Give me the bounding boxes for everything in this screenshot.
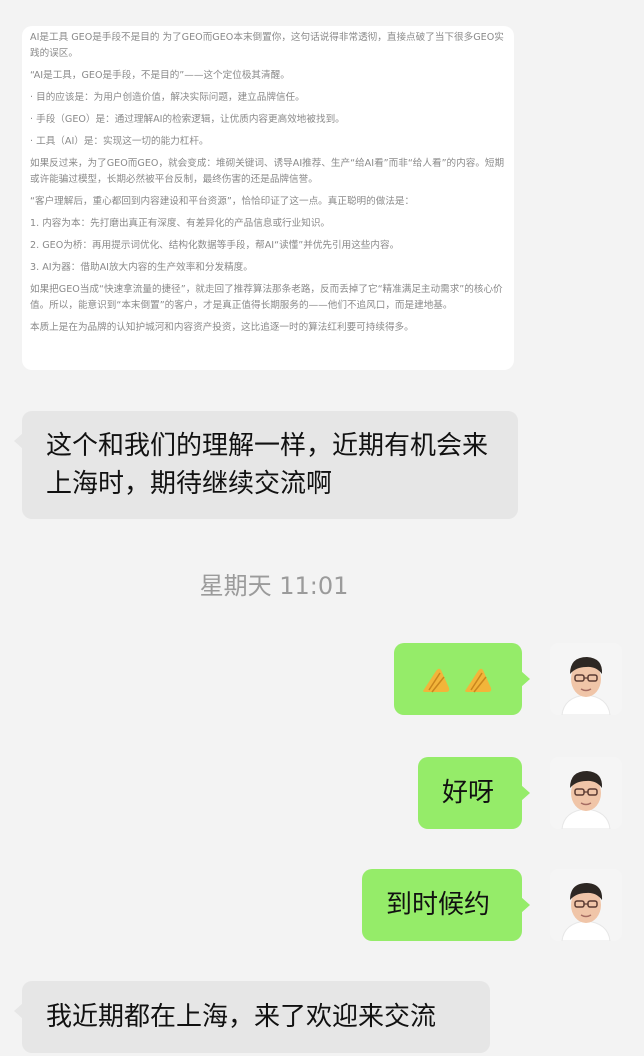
message-text: 好呀 bbox=[442, 778, 495, 808]
quote-paragraph: 本质上是在为品牌的认知护城河和内容资产投资，这比追逐一时的算法红利要可持续得多。 bbox=[30, 322, 414, 333]
quoted-message-card[interactable]: AI是工具 GEO是手段不是目的 为了GEO而GEO本末倒置你，这句话说得非常透… bbox=[22, 26, 514, 370]
message-text: 这个和我们的理解一样，近期有机会来上海时，期待继续交流啊 bbox=[46, 431, 489, 499]
quote-paragraph: · 手段（GEO）是：通过理解AI的检索逻辑，让优质内容更高效地被找到。 bbox=[30, 114, 345, 125]
quote-paragraph: 2. GEO为桥：再用提示词优化、结构化数据等手段，帮AI“读懂”并优先引用这些… bbox=[30, 240, 400, 251]
outgoing-message-bubble[interactable]: 好呀 bbox=[418, 757, 530, 829]
user-avatar[interactable] bbox=[550, 869, 622, 941]
message-text: 我近期都在上海，来了欢迎来交流 bbox=[46, 1002, 437, 1032]
quote-paragraph: · 工具（AI）是：实现这一切的能力杠杆。 bbox=[30, 136, 209, 147]
quote-paragraph: · 目的应该是：为用户创造价值，解决实际问题，建立品牌信任。 bbox=[30, 92, 305, 103]
avatar-portrait-icon bbox=[550, 869, 622, 941]
folded-hands-emoji-pair bbox=[394, 643, 522, 715]
quote-paragraph: 如果反过来，为了GEO而GEO，就会变成：堆砌关键词、诱导AI推荐、生产“给AI… bbox=[30, 158, 505, 185]
outgoing-message-bubble[interactable]: 到时候约 bbox=[362, 869, 530, 941]
folded-hands-icon bbox=[465, 668, 492, 693]
incoming-message-bubble[interactable]: 这个和我们的理解一样，近期有机会来上海时，期待继续交流啊 bbox=[14, 411, 518, 519]
user-avatar[interactable] bbox=[550, 643, 622, 715]
message-text: 到时候约 bbox=[386, 890, 491, 920]
quote-paragraph: 1. 内容为本：先打磨出真正有深度、有差异化的产品信息或行业知识。 bbox=[30, 218, 331, 229]
quote-paragraph: “客户理解后，重心都回到内容建设和平台资源”，恰恰印证了这一点。真正聪明的做法是… bbox=[30, 196, 415, 207]
incoming-message-bubble[interactable]: 我近期都在上海，来了欢迎来交流 bbox=[14, 981, 490, 1053]
folded-hands-icon bbox=[423, 668, 450, 693]
avatar-portrait-icon bbox=[550, 643, 622, 715]
quote-paragraph: AI是工具 GEO是手段不是目的 为了GEO而GEO本末倒置你，这句话说得非常透… bbox=[30, 32, 504, 59]
user-avatar[interactable] bbox=[550, 757, 622, 829]
outgoing-message-bubble[interactable] bbox=[394, 643, 530, 715]
quote-paragraph: 3. AI为器：借助AI放大内容的生产效率和分发精度。 bbox=[30, 262, 253, 273]
message-timestamp: 星期天 11:01 bbox=[199, 572, 349, 600]
quote-paragraph: 如果把GEO当成“快速拿流量的捷径”，就走回了推荐算法那条老路，反而丢掉了它“精… bbox=[30, 284, 503, 311]
quote-paragraph: “AI是工具，GEO是手段，不是目的”——这个定位极其清醒。 bbox=[30, 70, 290, 81]
avatar-portrait-icon bbox=[550, 757, 622, 829]
